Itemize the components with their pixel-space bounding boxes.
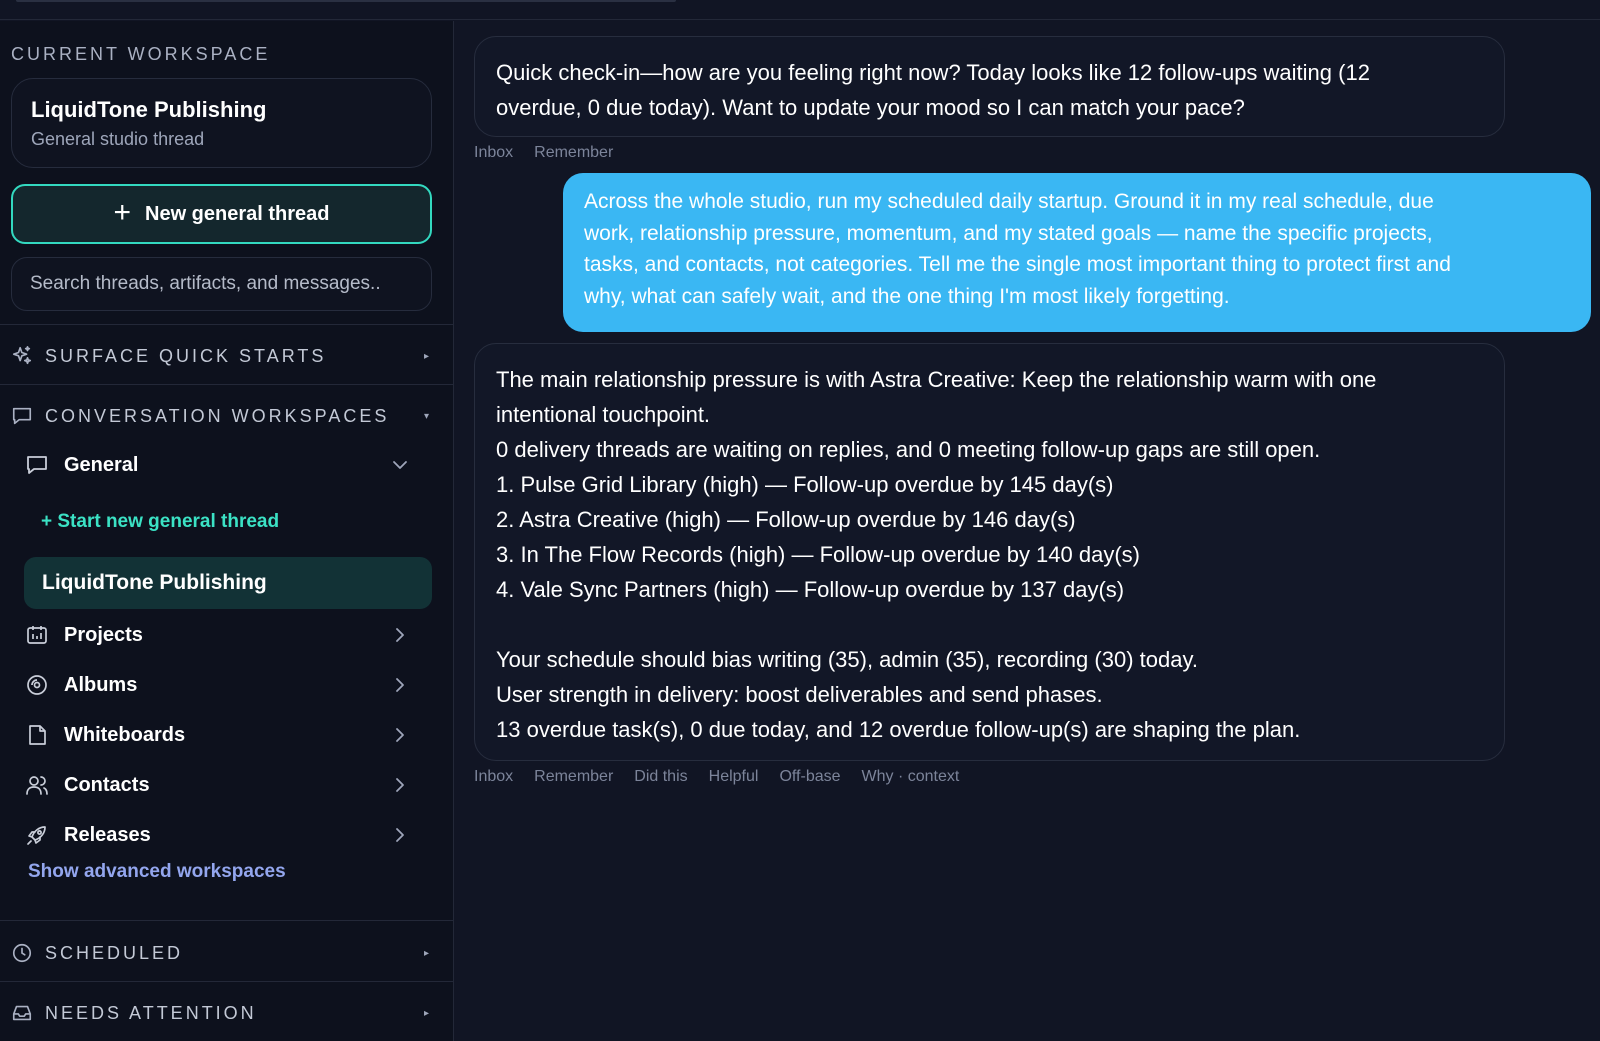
clock-icon (11, 942, 33, 964)
inbox-icon (11, 1002, 33, 1024)
chevron-right-icon (396, 828, 404, 842)
message-line: The main relationship pressure is with A… (496, 367, 1377, 392)
assistant-message: The main relationship pressure is with A… (474, 343, 1505, 761)
message-line: intentional touchpoint. (496, 402, 711, 427)
inbox-action[interactable]: Inbox (474, 768, 513, 786)
needs-attention-label: NEEDS ATTENTION (45, 1002, 257, 1023)
remember-action[interactable]: Remember (534, 144, 613, 162)
message-line: 13 overdue task(s), 0 due today, and 12 … (496, 717, 1301, 742)
scheduled-label: SCHEDULED (45, 942, 184, 963)
sidebar-item-label: Projects (64, 623, 143, 646)
scheduled-header[interactable]: SCHEDULED ▸ (11, 938, 441, 968)
message-line: overdue, 0 due today). Want to update yo… (496, 95, 1245, 120)
sidebar-item-label: Contacts (64, 773, 150, 796)
chat-bubble-icon (24, 452, 50, 478)
top-tab-strip (16, 0, 676, 2)
search-input[interactable] (11, 257, 432, 311)
sidebar-item-label: General (64, 453, 139, 476)
document-icon (24, 722, 50, 748)
user-message: Across the whole studio, run my schedule… (563, 173, 1591, 332)
chevron-right-icon (396, 728, 404, 742)
sidebar-item-projects[interactable]: Projects (24, 613, 434, 657)
conversation-workspaces-label: CONVERSATION WORKSPACES (45, 405, 390, 426)
top-bar (0, 0, 1600, 20)
message-line: User strength in delivery: boost deliver… (496, 682, 1103, 707)
divider (0, 384, 454, 385)
sidebar: CURRENT WORKSPACE LiquidTone Publishing … (0, 21, 454, 1041)
caret-right-icon: ▸ (423, 1007, 429, 1019)
list-item: 2. Astra Creative (high) — Follow-up ove… (496, 507, 1076, 532)
message-line: work, relationship pressure, momentum, a… (584, 221, 1433, 245)
caret-down-icon: ▾ (423, 410, 429, 422)
plus-icon: + (113, 195, 131, 229)
divider (0, 324, 454, 325)
active-thread-item[interactable]: LiquidTone Publishing (24, 557, 432, 609)
sidebar-item-releases[interactable]: Releases (24, 813, 434, 857)
chat-bubble-icon (11, 405, 33, 427)
did-this-action[interactable]: Did this (634, 768, 687, 786)
sparkle-icon (11, 345, 33, 367)
start-new-general-thread-link[interactable]: + Start new general thread (41, 511, 279, 533)
message-line: Quick check-in—how are you feeling right… (496, 60, 1370, 85)
chevron-right-icon (396, 778, 404, 792)
why-context-action[interactable]: Why · context (862, 768, 960, 786)
projects-icon (24, 622, 50, 648)
new-thread-label: New general thread (145, 202, 330, 225)
chevron-right-icon (396, 678, 404, 692)
assistant-message: Quick check-in—how are you feeling right… (474, 36, 1505, 137)
sidebar-item-general[interactable]: General (24, 443, 434, 487)
list-item: 3. In The Flow Records (high) — Follow-u… (496, 542, 1140, 567)
message-line: 0 delivery threads are waiting on replie… (496, 437, 1321, 462)
off-base-action[interactable]: Off-base (779, 768, 840, 786)
users-icon (24, 772, 50, 798)
remember-action[interactable]: Remember (534, 768, 613, 786)
chevron-down-icon[interactable] (390, 455, 410, 475)
current-workspace-card[interactable]: LiquidTone Publishing General studio thr… (11, 78, 432, 168)
surface-quick-starts-label: SURFACE QUICK STARTS (45, 345, 327, 366)
current-workspace-label: CURRENT WORKSPACE (11, 44, 271, 64)
workspace-subtitle: General studio thread (31, 129, 205, 149)
sidebar-item-whiteboards[interactable]: Whiteboards (24, 713, 434, 757)
message-actions: Inbox Remember (474, 144, 613, 162)
message-line: Across the whole studio, run my schedule… (584, 190, 1434, 213)
disc-icon (24, 672, 50, 698)
chevron-right-icon (396, 628, 404, 642)
list-item: 4. Vale Sync Partners (high) — Follow-up… (496, 577, 1125, 602)
divider (0, 981, 454, 982)
helpful-action[interactable]: Helpful (709, 768, 759, 786)
conversation-workspaces-header[interactable]: CONVERSATION WORKSPACES ▾ (11, 401, 441, 431)
show-advanced-workspaces-link[interactable]: Show advanced workspaces (28, 861, 286, 883)
new-general-thread-button[interactable]: + New general thread (11, 184, 432, 244)
sidebar-item-albums[interactable]: Albums (24, 663, 434, 707)
needs-attention-header[interactable]: NEEDS ATTENTION ▸ (11, 998, 441, 1028)
sidebar-item-label: Albums (64, 673, 138, 696)
sidebar-item-label: Releases (64, 823, 151, 846)
sidebar-item-contacts[interactable]: Contacts (24, 763, 434, 807)
sidebar-item-label: Whiteboards (64, 723, 186, 746)
inbox-action[interactable]: Inbox (474, 144, 513, 162)
divider (0, 920, 454, 921)
message-actions: Inbox Remember Did this Helpful Off-base… (474, 768, 959, 786)
caret-right-icon: ▸ (423, 350, 429, 362)
workspace-title: LiquidTone Publishing (31, 97, 267, 122)
rocket-icon (24, 822, 50, 848)
message-line: Your schedule should bias writing (35), … (496, 647, 1198, 672)
message-line: tasks, and contacts, not categories. Tel… (584, 253, 1451, 276)
surface-quick-starts-header[interactable]: SURFACE QUICK STARTS ▸ (11, 341, 441, 371)
message-line: why, what can safely wait, and the one t… (584, 284, 1230, 308)
caret-right-icon: ▸ (423, 947, 429, 959)
list-item: 1. Pulse Grid Library (high) — Follow-up… (496, 472, 1114, 497)
